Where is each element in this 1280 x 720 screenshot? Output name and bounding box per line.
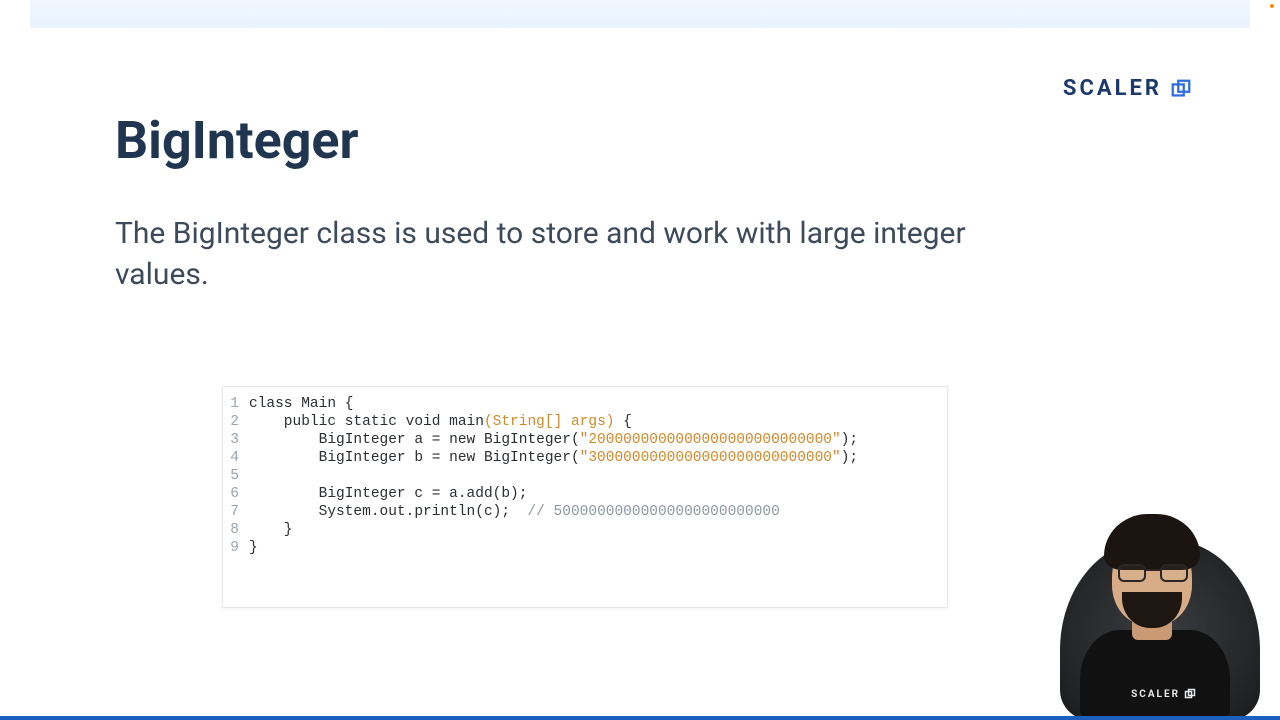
shirt-logo-text: SCALER bbox=[1131, 689, 1180, 700]
brand-name: SCALER bbox=[1063, 76, 1162, 101]
code-block: 1class Main {2 public static void main(S… bbox=[222, 386, 948, 608]
code-content: class Main { bbox=[249, 395, 353, 413]
brand-icon bbox=[1170, 78, 1192, 100]
line-number: 2 bbox=[223, 413, 249, 431]
shirt-logo: SCALER bbox=[1131, 688, 1196, 700]
top-bar bbox=[30, 0, 1250, 28]
code-line: 9} bbox=[223, 539, 947, 557]
code-line: 4 BigInteger b = new BigInteger("3000000… bbox=[223, 449, 947, 467]
code-content: BigInteger a = new BigInteger("200000000… bbox=[249, 431, 858, 449]
description-text: The BigInteger class is used to store an… bbox=[115, 214, 995, 295]
hair bbox=[1104, 514, 1200, 570]
person: SCALER bbox=[1070, 520, 1230, 720]
line-number: 4 bbox=[223, 449, 249, 467]
slide: SCALER BigInteger The BigInteger class i… bbox=[0, 0, 1280, 720]
code-line: 7 System.out.println(c); // 500000000000… bbox=[223, 503, 947, 521]
glasses bbox=[1118, 564, 1188, 582]
brand-logo: SCALER bbox=[1063, 76, 1192, 101]
page-title: BigInteger bbox=[115, 110, 359, 171]
torso bbox=[1080, 630, 1230, 720]
code-line: 2 public static void main(String[] args)… bbox=[223, 413, 947, 431]
line-number: 9 bbox=[223, 539, 249, 557]
code-line: 5 bbox=[223, 467, 947, 485]
code-content: } bbox=[249, 521, 293, 539]
code-content: System.out.println(c); // 50000000000000… bbox=[249, 503, 780, 521]
bottom-edge bbox=[0, 716, 1280, 720]
line-number: 8 bbox=[223, 521, 249, 539]
code-line: 3 BigInteger a = new BigInteger("2000000… bbox=[223, 431, 947, 449]
indicator-dot bbox=[1270, 4, 1274, 8]
beard bbox=[1122, 592, 1182, 628]
code-line: 1class Main { bbox=[223, 395, 947, 413]
presenter-webcam: SCALER bbox=[1040, 490, 1280, 720]
code-line: 8 } bbox=[223, 521, 947, 539]
line-number: 6 bbox=[223, 485, 249, 503]
code-line: 6 BigInteger c = a.add(b); bbox=[223, 485, 947, 503]
code-content: public static void main(String[] args) { bbox=[249, 413, 632, 431]
line-number: 7 bbox=[223, 503, 249, 521]
line-number: 1 bbox=[223, 395, 249, 413]
code-content: } bbox=[249, 539, 258, 557]
line-number: 3 bbox=[223, 431, 249, 449]
code-content: BigInteger c = a.add(b); bbox=[249, 485, 527, 503]
code-content: BigInteger b = new BigInteger("300000000… bbox=[249, 449, 858, 467]
line-number: 5 bbox=[223, 467, 249, 485]
